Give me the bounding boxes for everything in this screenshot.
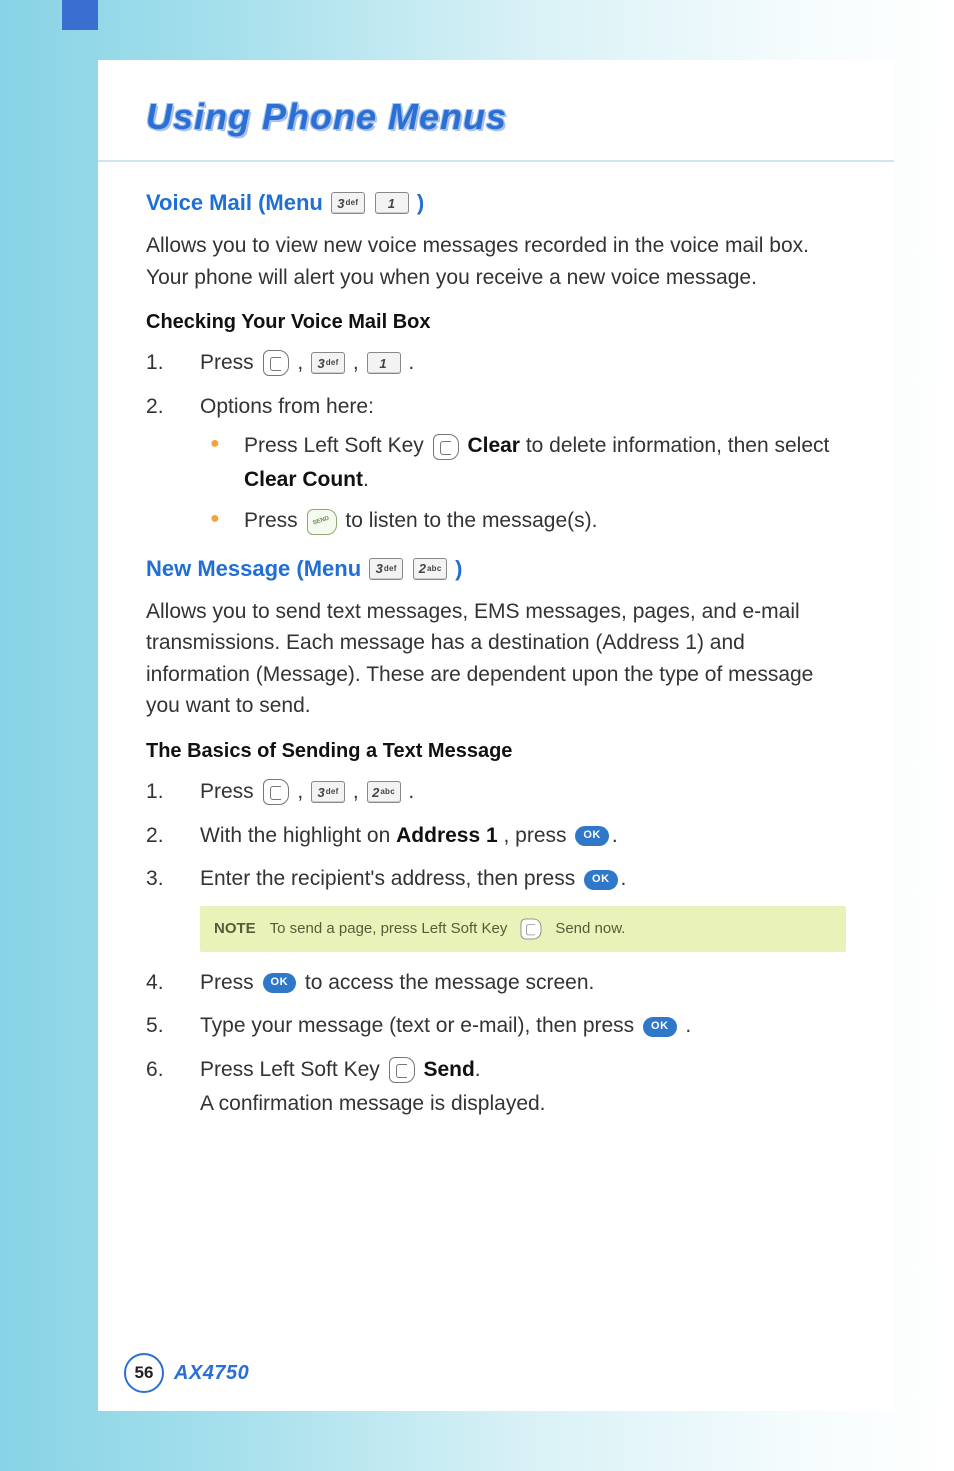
- key-2abc-icon: 2 abc: [367, 781, 401, 803]
- new-message-heading: New Message (Menu 3 def 2 abc ): [146, 556, 846, 582]
- key-3def-icon: 3 def: [311, 781, 345, 803]
- key-3def-icon: 3 def: [369, 558, 403, 580]
- end: .: [408, 351, 414, 374]
- page-content: Using Phone Menus Voice Mail (Menu 3 def…: [98, 60, 894, 1411]
- basics-heading: The Basics of Sending a Text Message: [146, 740, 846, 763]
- ok-pill-icon: OK: [575, 826, 609, 846]
- page-title: Using Phone Menus: [146, 96, 846, 138]
- text: Press: [244, 509, 304, 532]
- page-footer: 56 AX4750: [124, 1353, 249, 1393]
- end: .: [612, 824, 618, 847]
- text: Press: [200, 780, 260, 803]
- voice-mail-steps: Press , 3 def , 1 . Options from here: P…: [146, 346, 846, 538]
- voice-mail-heading-prefix: Voice Mail (Menu: [146, 190, 323, 216]
- clear-label: Clear: [467, 434, 520, 457]
- nm-step-6: Press Left Soft Key Send. A confirmation…: [146, 1053, 846, 1120]
- end: .: [621, 867, 627, 890]
- end: .: [685, 1014, 691, 1037]
- left-softkey-icon: [263, 350, 289, 376]
- text: Type your message (text or e-mail), then…: [200, 1014, 640, 1037]
- text: Press: [200, 351, 260, 374]
- send-key-icon: [307, 509, 337, 535]
- text: With the highlight on: [200, 824, 396, 847]
- vm-step-2: Options from here: Press Left Soft Key C…: [146, 390, 846, 538]
- end: .: [475, 1058, 481, 1081]
- key-num: 2: [419, 562, 426, 575]
- nm-step-2: With the highlight on Address 1 , press …: [146, 819, 846, 853]
- address-1-label: Address 1: [396, 824, 498, 847]
- key-3def-icon: 3 def: [311, 352, 345, 374]
- text: Press: [200, 971, 260, 994]
- text: to delete information, then select: [526, 434, 830, 457]
- sep: ,: [353, 351, 365, 374]
- key-num: 1: [388, 197, 395, 210]
- note-box: NOTE To send a page, press Left Soft Key…: [200, 906, 846, 952]
- end: .: [408, 780, 414, 803]
- sep: ,: [297, 351, 309, 374]
- nm-step-4: Press OK to access the message screen.: [146, 966, 846, 1000]
- note-label: NOTE: [214, 920, 256, 937]
- key-sub: def: [346, 199, 359, 207]
- key-3def-icon: 3 def: [331, 192, 365, 214]
- key-num: 1: [379, 357, 386, 370]
- text: Press Left Soft Key: [244, 434, 430, 457]
- text: A confirmation message is displayed.: [200, 1092, 546, 1115]
- key-sub: def: [384, 565, 397, 573]
- note-text-2: Send now.: [555, 920, 625, 937]
- end: .: [363, 468, 369, 491]
- note-text-1: To send a page, press Left Soft Key: [270, 920, 508, 937]
- key-num: 2: [372, 786, 379, 799]
- left-softkey-icon: [389, 1057, 415, 1083]
- left-softkey-icon: [263, 779, 289, 805]
- side-tab: [62, 0, 98, 30]
- left-softkey-icon: [521, 918, 542, 939]
- key-num: 3: [317, 786, 324, 799]
- divider: [98, 160, 894, 162]
- vm-options: Press Left Soft Key Clear to delete info…: [200, 429, 846, 538]
- voice-mail-heading-suffix: ): [417, 190, 424, 216]
- vm-step-1: Press , 3 def , 1 .: [146, 346, 846, 380]
- key-sub: def: [326, 788, 339, 796]
- nm-step-3: Enter the recipient's address, then pres…: [146, 862, 846, 896]
- text: , press: [504, 824, 573, 847]
- voice-mail-heading: Voice Mail (Menu 3 def 1 ): [146, 190, 846, 216]
- sep: ,: [353, 780, 365, 803]
- key-sub: def: [326, 359, 339, 367]
- text: to access the message screen.: [305, 971, 594, 994]
- send-label: Send: [423, 1058, 474, 1081]
- nm-step-1: Press , 3 def , 2 abc .: [146, 775, 846, 809]
- sep: ,: [297, 780, 309, 803]
- new-message-heading-suffix: ): [455, 556, 462, 582]
- clear-count-label: Clear Count: [244, 468, 363, 491]
- left-softkey-icon: [433, 434, 459, 460]
- new-message-intro: Allows you to send text messages, EMS me…: [146, 596, 846, 722]
- page-number: 56: [124, 1353, 164, 1393]
- nm-step-5: Type your message (text or e-mail), then…: [146, 1009, 846, 1043]
- new-message-steps-cont: Press OK to access the message screen. T…: [146, 966, 846, 1120]
- key-num: 3: [337, 197, 344, 210]
- key-1-icon: 1: [375, 192, 409, 214]
- vm-option-clear: Press Left Soft Key Clear to delete info…: [200, 429, 846, 496]
- vm-option-listen: Press to listen to the message(s).: [200, 504, 846, 538]
- new-message-steps: Press , 3 def , 2 abc . With the highlig…: [146, 775, 846, 896]
- key-1-icon: 1: [367, 352, 401, 374]
- key-sub: abc: [380, 788, 395, 796]
- text: Options from here:: [200, 395, 374, 418]
- text: Press Left Soft Key: [200, 1058, 386, 1081]
- key-num: 3: [317, 357, 324, 370]
- key-2abc-icon: 2 abc: [413, 558, 447, 580]
- voice-mail-intro: Allows you to view new voice messages re…: [146, 230, 846, 293]
- text: to listen to the message(s).: [345, 509, 597, 532]
- key-num: 3: [376, 562, 383, 575]
- ok-pill-icon: OK: [584, 870, 618, 890]
- model-label: AX4750: [174, 1362, 249, 1385]
- new-message-heading-prefix: New Message (Menu: [146, 556, 361, 582]
- checking-heading: Checking Your Voice Mail Box: [146, 311, 846, 334]
- text: Enter the recipient's address, then pres…: [200, 867, 581, 890]
- ok-pill-icon: OK: [263, 973, 297, 993]
- key-sub: abc: [427, 565, 442, 573]
- ok-pill-icon: OK: [643, 1017, 677, 1037]
